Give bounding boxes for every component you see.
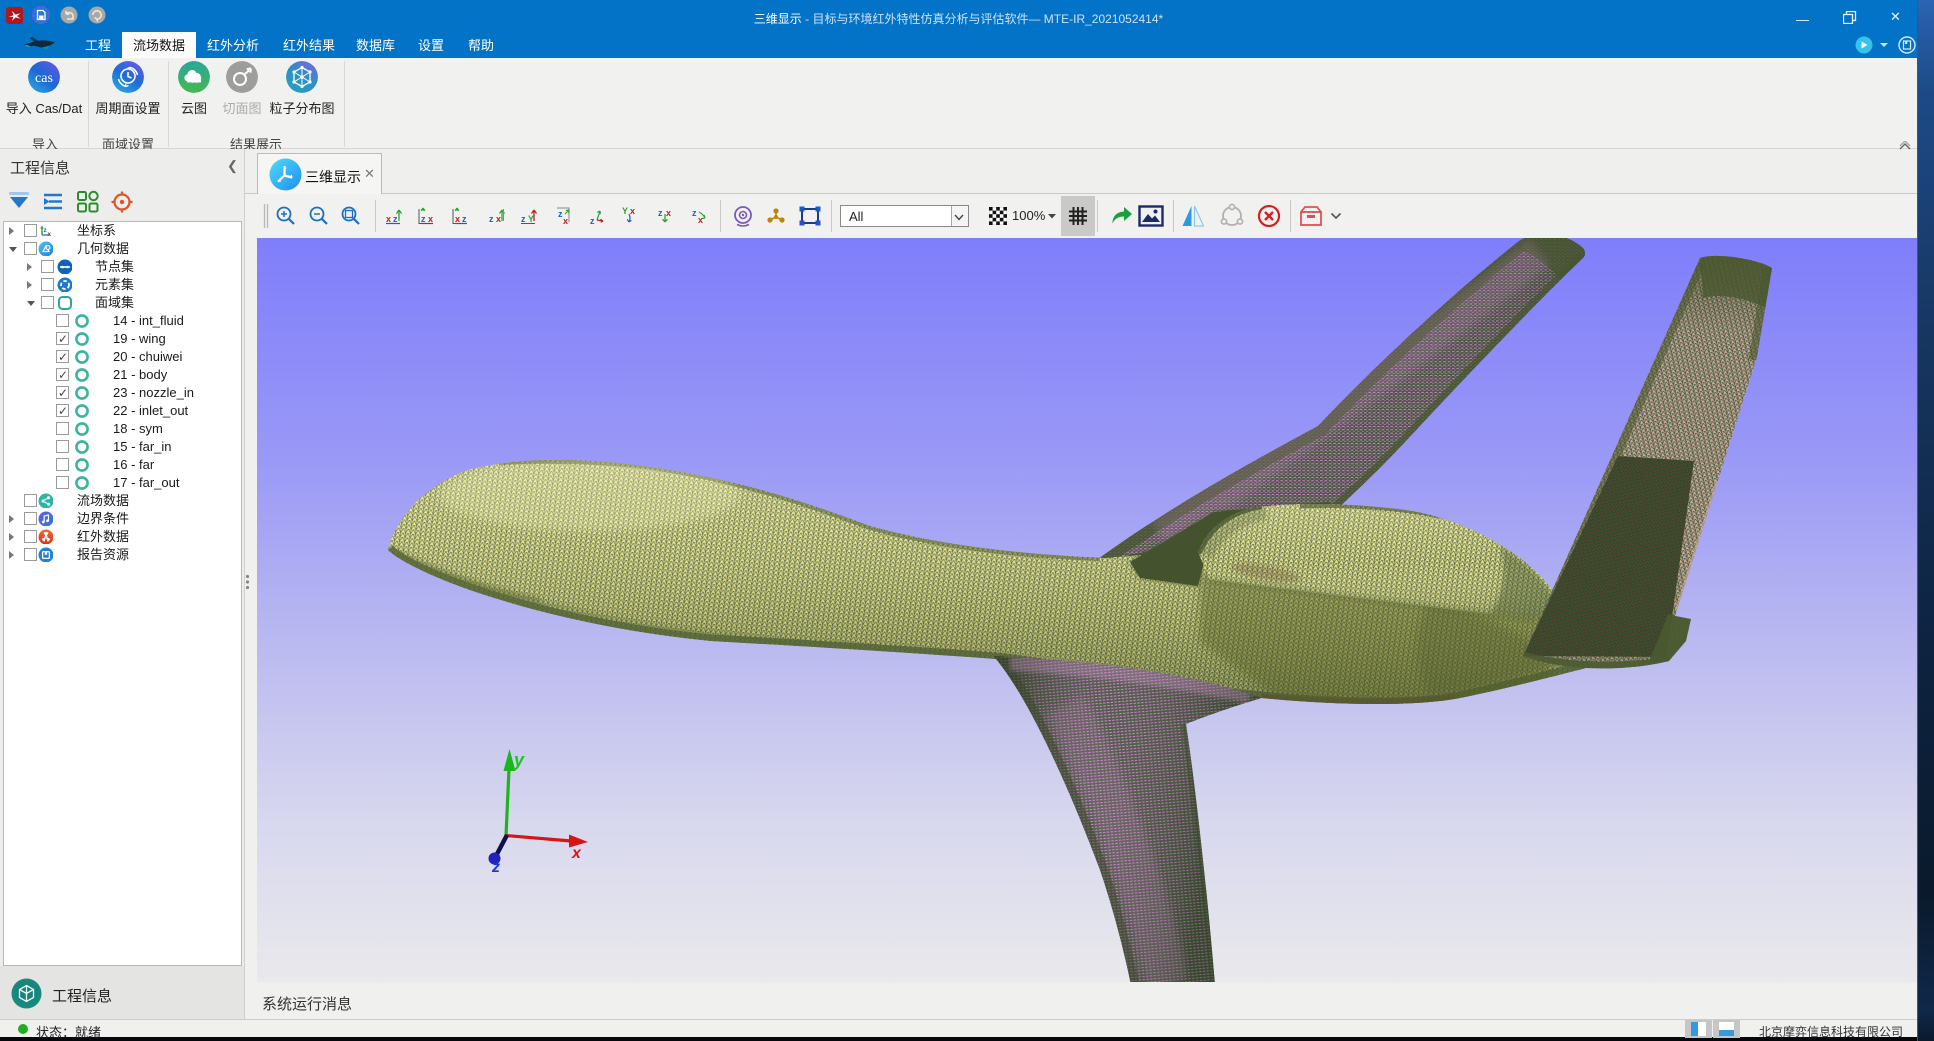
- svg-text:x: x: [386, 214, 391, 224]
- svg-text:x: x: [428, 214, 433, 224]
- svg-text:z: z: [491, 859, 500, 876]
- svg-text:z: z: [462, 214, 467, 224]
- svg-text:z: z: [489, 214, 494, 224]
- svg-text:x: x: [698, 215, 703, 225]
- svg-text:x: x: [630, 206, 635, 216]
- svg-text:cas: cas: [35, 71, 53, 86]
- svg-text:z: z: [521, 214, 526, 224]
- svg-text:z: z: [393, 214, 398, 224]
- svg-text:x: x: [455, 214, 460, 224]
- svg-text:x: x: [563, 216, 568, 226]
- svg-text:z: z: [421, 214, 426, 224]
- svg-text:x: x: [666, 208, 671, 218]
- svg-text:z: z: [658, 208, 663, 218]
- svg-text:x: x: [571, 845, 582, 862]
- svg-text:x: x: [496, 214, 501, 224]
- svg-text:z: z: [590, 216, 595, 226]
- svg-text:Y: Y: [622, 206, 628, 216]
- svg-text:Y: Y: [528, 214, 534, 224]
- svg-text:y: y: [513, 750, 525, 770]
- svg-text:z: z: [692, 208, 697, 218]
